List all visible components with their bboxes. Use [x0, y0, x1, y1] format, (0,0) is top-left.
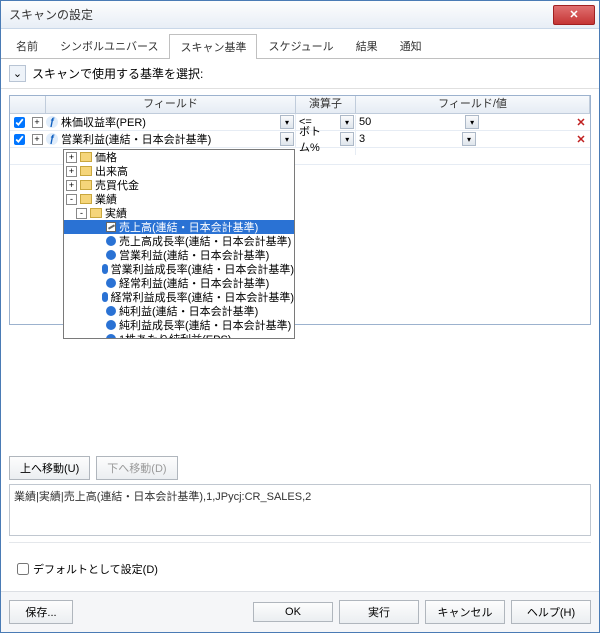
- tree-item[interactable]: 営業利益成長率(連結・日本会計基準): [64, 262, 294, 276]
- field-icon: [106, 320, 116, 330]
- ok-button[interactable]: OK: [253, 602, 333, 622]
- tree-expand-icon[interactable]: -: [66, 194, 77, 205]
- tab-symbol-universe[interactable]: シンボルユニバース: [49, 33, 169, 58]
- close-button[interactable]: ✕: [553, 5, 595, 25]
- value-text: 3: [359, 133, 365, 145]
- folder-icon: [80, 166, 92, 176]
- tree-item[interactable]: +出来高: [64, 164, 294, 178]
- tree-item[interactable]: +価格: [64, 150, 294, 164]
- tree-item[interactable]: +売買代金: [64, 178, 294, 192]
- content-area: フィールド 演算子 フィールド/値 + ƒ 株価収益率(PER) ▾: [1, 89, 599, 591]
- tree-item[interactable]: 売上高(連結・日本会計基準): [64, 220, 294, 234]
- field-icon: [106, 334, 116, 339]
- field-icon: [102, 264, 108, 274]
- scan-settings-window: スキャンの設定 ✕ 名前 シンボルユニバース スキャン基準 スケジュール 結果 …: [0, 0, 600, 633]
- field-icon: [106, 236, 116, 246]
- tree-item[interactable]: 純利益成長率(連結・日本会計基準): [64, 318, 294, 332]
- tree-item[interactable]: 経常利益(連結・日本会計基準): [64, 276, 294, 290]
- fx-icon: ƒ: [46, 133, 58, 145]
- row-checkbox[interactable]: [14, 134, 25, 145]
- default-checkbox[interactable]: [17, 563, 29, 575]
- grid-header-check: [10, 96, 46, 113]
- expand-row-icon[interactable]: +: [32, 117, 43, 128]
- tree-item[interactable]: -業績: [64, 192, 294, 206]
- cancel-button[interactable]: キャンセル: [425, 600, 505, 624]
- tree-item[interactable]: -実績: [64, 206, 294, 220]
- tree-item[interactable]: 売上高成長率(連結・日本会計基準): [64, 234, 294, 248]
- field-icon: [102, 292, 108, 302]
- save-button[interactable]: 保存...: [9, 600, 73, 624]
- help-button[interactable]: ヘルプ(H): [511, 600, 591, 624]
- tab-results[interactable]: 結果: [345, 33, 389, 58]
- move-up-button[interactable]: 上へ移動(U): [9, 456, 90, 480]
- default-row: デフォルトとして設定(D): [9, 542, 591, 585]
- tree-item[interactable]: 経常利益成長率(連結・日本会計基準): [64, 290, 294, 304]
- run-button[interactable]: 実行: [339, 600, 419, 624]
- selection-path-box[interactable]: 業績|実績|売上高(連結・日本会計基準),1,JPycj:CR_SALES,2: [9, 484, 591, 536]
- titlebar: スキャンの設定 ✕: [1, 1, 599, 29]
- grid-header-field: フィールド: [46, 96, 296, 113]
- field-label: 株価収益率(PER): [61, 114, 146, 130]
- field-label: 営業利益(連結・日本会計基準): [61, 131, 211, 147]
- tab-schedule[interactable]: スケジュール: [257, 33, 344, 58]
- field-tree-dropdown[interactable]: +価格+出来高+売買代金-業績-実績売上高(連結・日本会計基準)売上高成長率(連…: [63, 149, 295, 339]
- expand-row-icon[interactable]: +: [32, 134, 43, 145]
- tree-item-label: 1株あたり純利益(EPS): [119, 331, 231, 339]
- section-header: ⌄ スキャンで使用する基準を選択:: [1, 59, 599, 89]
- folder-icon: [80, 194, 92, 204]
- tree-expand-icon[interactable]: +: [66, 166, 77, 177]
- operator-value: ボトム%: [299, 123, 340, 155]
- window-title: スキャンの設定: [9, 6, 553, 23]
- collapse-toggle[interactable]: ⌄: [9, 65, 26, 82]
- edit-icon: [106, 222, 116, 232]
- chevron-down-icon: ⌄: [13, 67, 22, 80]
- tree-item[interactable]: 1株あたり純利益(EPS): [64, 332, 294, 339]
- criteria-grid: フィールド 演算子 フィールド/値 + ƒ 株価収益率(PER) ▾: [9, 95, 591, 325]
- tree-expand-icon[interactable]: -: [76, 208, 87, 219]
- close-icon: ✕: [569, 8, 578, 21]
- field-icon: [106, 306, 116, 316]
- delete-row-icon[interactable]: ✕: [574, 132, 588, 146]
- move-down-button[interactable]: 下へ移動(D): [96, 456, 177, 480]
- operator-dropdown-arrow[interactable]: ▾: [340, 132, 354, 146]
- grid-header-operator: 演算子: [296, 96, 356, 113]
- value-dropdown-arrow[interactable]: ▾: [465, 115, 479, 129]
- field-icon: [106, 250, 116, 260]
- selection-path-text: 業績|実績|売上高(連結・日本会計基準),1,JPycj:CR_SALES,2: [14, 491, 311, 503]
- bottom-bar: 保存... OK 実行 キャンセル ヘルプ(H): [1, 591, 599, 632]
- default-label: デフォルトとして設定(D): [33, 561, 158, 577]
- fx-icon: ƒ: [46, 116, 58, 128]
- field-dropdown-arrow[interactable]: ▾: [280, 115, 294, 129]
- delete-row-icon[interactable]: ✕: [574, 115, 588, 129]
- folder-icon: [80, 152, 92, 162]
- tree-item[interactable]: 営業利益(連結・日本会計基準): [64, 248, 294, 262]
- tab-notify[interactable]: 通知: [389, 33, 433, 58]
- grid-header-value: フィールド/値: [356, 96, 590, 113]
- grid-header: フィールド 演算子 フィールド/値: [10, 96, 590, 114]
- value-text: 50: [359, 116, 371, 128]
- field-dropdown-arrow[interactable]: ▾: [280, 132, 294, 146]
- tab-bar: 名前 シンボルユニバース スキャン基準 スケジュール 結果 通知: [1, 29, 599, 59]
- tree-item[interactable]: 純利益(連結・日本会計基準): [64, 304, 294, 318]
- grid-body: + ƒ 株価収益率(PER) ▾ <= ▾ 50 ▾ ✕: [10, 114, 590, 165]
- tree-expand-icon[interactable]: +: [66, 152, 77, 163]
- tab-name[interactable]: 名前: [5, 33, 49, 58]
- value-dropdown-arrow[interactable]: ▾: [462, 132, 476, 146]
- section-title: スキャンで使用する基準を選択:: [32, 65, 203, 82]
- folder-icon: [80, 180, 92, 190]
- field-icon: [106, 278, 116, 288]
- row-checkbox[interactable]: [14, 117, 25, 128]
- tree-expand-icon[interactable]: +: [66, 180, 77, 191]
- tab-scan-criteria[interactable]: スキャン基準: [169, 34, 257, 59]
- folder-icon: [90, 208, 102, 218]
- grid-row[interactable]: + ƒ 営業利益(連結・日本会計基準) ▾ ボトム% ▾ 3 ▾ ✕: [10, 131, 590, 148]
- move-buttons: 上へ移動(U) 下へ移動(D): [9, 450, 591, 480]
